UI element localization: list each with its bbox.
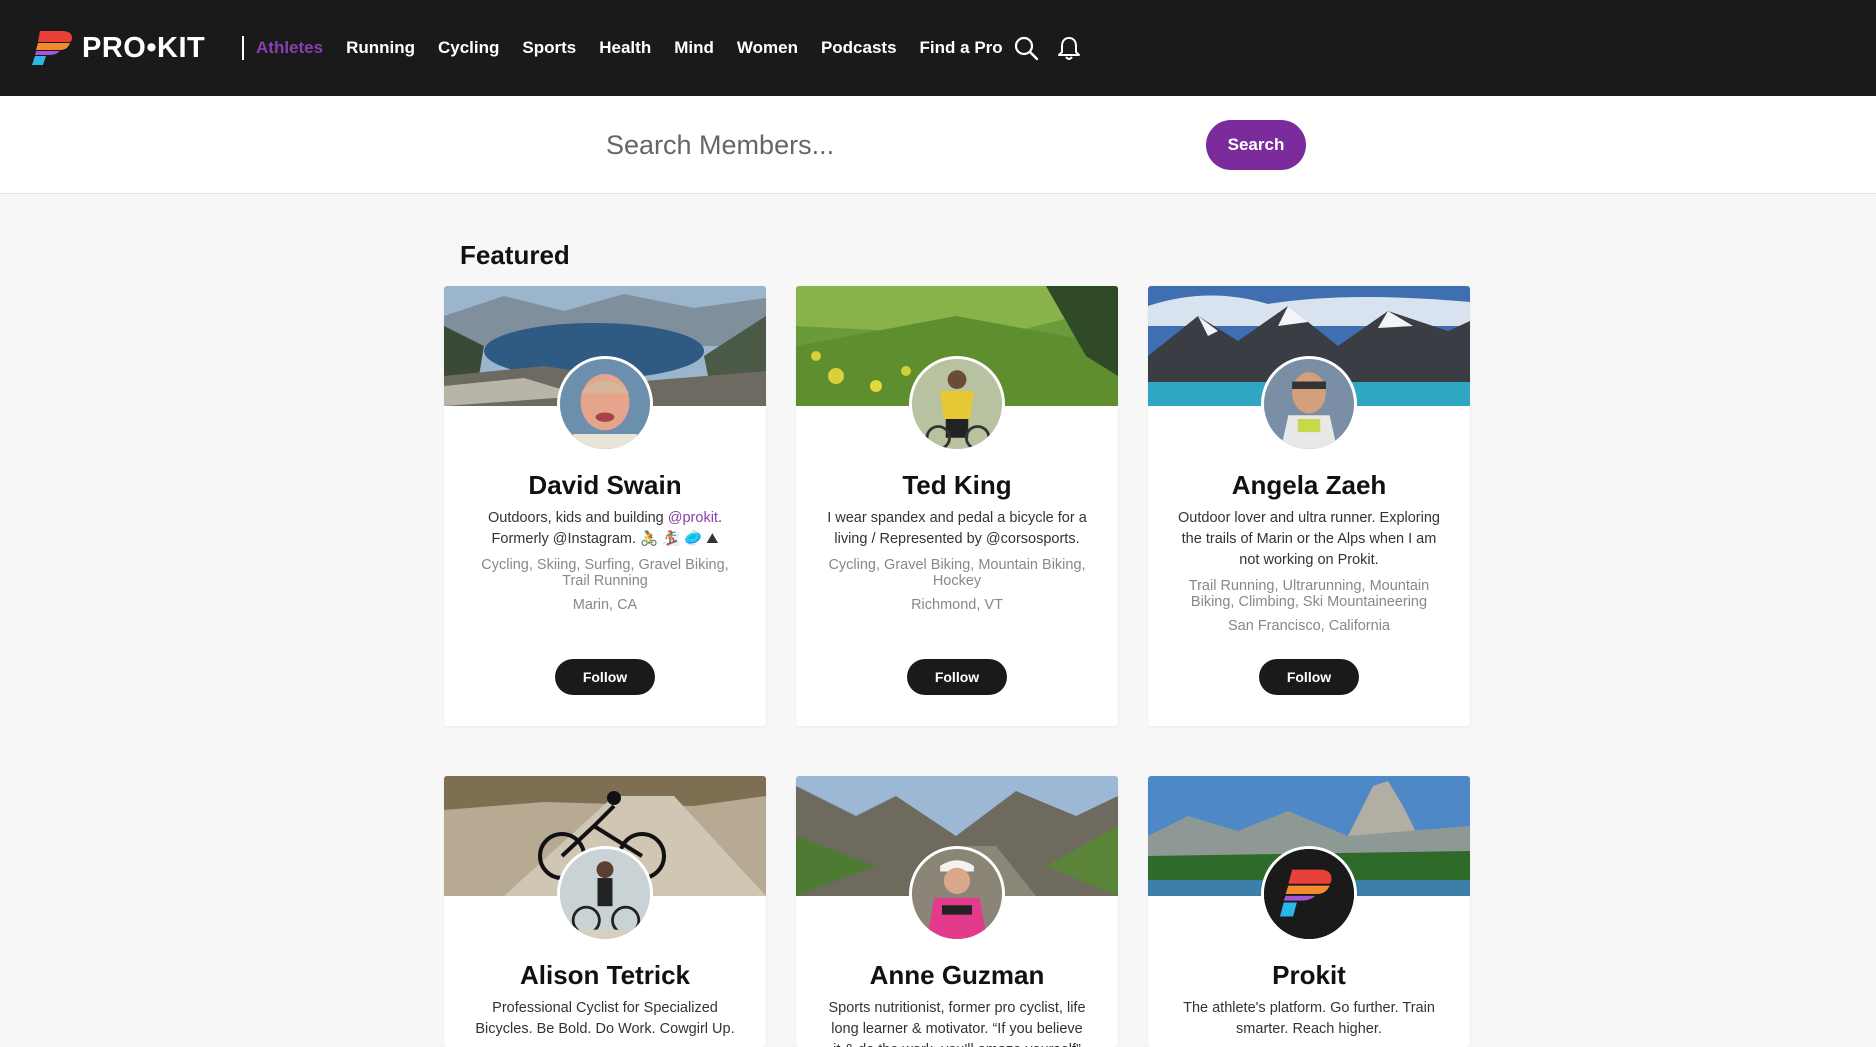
athlete-card-anne-guzman[interactable]: Anne Guzman Sports nutritionist, former …	[796, 776, 1118, 1047]
bio-link[interactable]: @prokit	[668, 510, 718, 526]
search-button[interactable]: Search	[1206, 120, 1306, 170]
prokit-logo-icon	[32, 31, 72, 65]
follow-button[interactable]: Follow	[555, 659, 655, 695]
athlete-bio: Outdoors, kids and building @prokit. For…	[488, 510, 722, 547]
athlete-card-david-swain[interactable]: David Swain Outdoors, kids and building …	[444, 286, 766, 726]
athlete-name: Alison Tetrick	[519, 960, 690, 990]
nav-divider	[242, 36, 244, 60]
nav-link-sports[interactable]: Sports	[522, 38, 576, 58]
athlete-card-angela-zaeh[interactable]: Angela Zaeh Outdoor lover and ultra runn…	[1148, 286, 1470, 726]
nav-link-mind[interactable]: Mind	[674, 38, 714, 58]
nav-link-health[interactable]: Health	[599, 38, 651, 58]
athlete-bio: Outdoor lover and ultra runner. Explorin…	[1178, 510, 1440, 568]
athlete-name: Ted King	[902, 470, 1012, 500]
athlete-bio: Professional Cyclist for Specialized Bic…	[475, 1000, 735, 1037]
athlete-bio: Sports nutritionist, former pro cyclist,…	[828, 1000, 1086, 1047]
athlete-tags: Cycling, Gravel Biking, Mountain Biking,…	[828, 557, 1086, 589]
search-icon[interactable]	[1012, 34, 1040, 62]
nav-link-cycling[interactable]: Cycling	[438, 38, 499, 58]
athlete-tags: Cycling, Skiing, Surfing, Gravel Biking,…	[481, 557, 729, 589]
nav-link-running[interactable]: Running	[346, 38, 415, 58]
athlete-name: Anne Guzman	[869, 960, 1045, 990]
athlete-name: Prokit	[1272, 960, 1346, 990]
brand-logo[interactable]: PRO•KIT	[32, 28, 205, 68]
athlete-card-alison-tetrick[interactable]: Alison Tetrick Professional Cyclist for …	[444, 776, 766, 1047]
athlete-location: Richmond, VT	[911, 597, 1003, 613]
nav-link-find-a-pro[interactable]: Find a Pro	[920, 38, 1003, 58]
athlete-bio: The athlete's platform. Go further. Trai…	[1183, 1000, 1435, 1037]
brand-name: PRO•KIT	[82, 31, 206, 64]
athlete-card-prokit[interactable]: Prokit The athlete's platform. Go furthe…	[1148, 776, 1470, 1047]
athlete-location: San Francisco, California	[1228, 618, 1390, 634]
avatar[interactable]	[1261, 356, 1357, 452]
bell-icon[interactable]	[1055, 34, 1083, 62]
prokit-logo-icon	[1264, 849, 1354, 939]
athlete-card-ted-king[interactable]: Ted King I wear spandex and pedal a bicy…	[796, 286, 1118, 726]
avatar[interactable]	[557, 846, 653, 942]
avatar[interactable]	[557, 356, 653, 452]
avatar[interactable]	[909, 846, 1005, 942]
top-nav: PRO•KIT Athletes Running Cycling Sports …	[0, 0, 1876, 96]
nav-link-podcasts[interactable]: Podcasts	[821, 38, 897, 58]
athlete-name: David Swain	[528, 470, 682, 500]
athlete-tags: Trail Running, Ultrarunning, Mountain Bi…	[1188, 578, 1430, 610]
athlete-location: Marin, CA	[572, 597, 638, 613]
avatar[interactable]	[1261, 846, 1357, 942]
nav-link-athletes[interactable]: Athletes	[256, 38, 323, 58]
athlete-name: Angela Zaeh	[1231, 470, 1387, 500]
featured-title: Featured	[460, 240, 570, 270]
nav-links: Athletes Running Cycling Sports Health M…	[256, 0, 1026, 96]
search-members-input[interactable]	[596, 120, 1196, 170]
nav-link-women[interactable]: Women	[737, 38, 798, 58]
athlete-bio: I wear spandex and pedal a bicycle for a…	[827, 510, 1087, 547]
follow-button[interactable]: Follow	[1259, 659, 1359, 695]
follow-button[interactable]: Follow	[907, 659, 1007, 695]
avatar[interactable]	[909, 356, 1005, 452]
member-search-bar: Search	[0, 96, 1876, 194]
